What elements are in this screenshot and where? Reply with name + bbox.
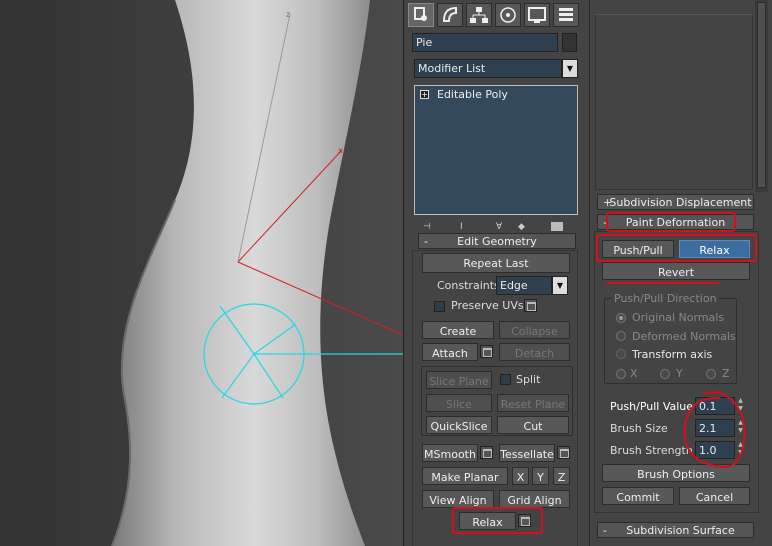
modify-icon [442, 6, 457, 22]
brush-size-label: Brush Size [610, 422, 668, 435]
expand-plus-icon[interactable]: + [420, 90, 429, 99]
edit-geometry-title: Edit Geometry [457, 235, 537, 248]
display-icon [528, 7, 546, 23]
relax-button[interactable]: Relax [459, 512, 516, 530]
axis-x-radio[interactable] [616, 369, 626, 379]
stack-item-editable-poly[interactable]: + Editable Poly [415, 87, 577, 103]
edit-geometry-rollout-header[interactable]: - Edit Geometry [418, 233, 576, 249]
create-tab[interactable] [408, 3, 434, 27]
panel-scrollbar-thumb[interactable] [757, 2, 766, 188]
viewport[interactable]: z x [0, 0, 403, 546]
constraints-label: Constraints: [437, 279, 504, 292]
display-tab[interactable] [524, 3, 550, 27]
paint-deformation-title: Paint Deformation [625, 216, 726, 229]
detach-button[interactable]: Detach [499, 343, 570, 361]
upper-rollout-area [595, 14, 753, 190]
stack-tools: ⊣ I ∀ ◆ [418, 222, 578, 232]
show-end-result-icon[interactable]: I [460, 222, 463, 232]
utilities-tab[interactable] [553, 3, 579, 27]
modifier-list-chevron-down-icon[interactable]: ▼ [562, 59, 578, 78]
stack-item-label: Editable Poly [437, 88, 508, 101]
pin-stack-icon[interactable]: ⊣ [423, 222, 431, 232]
preserve-uvs-checkbox[interactable] [434, 301, 445, 312]
hierarchy-tab[interactable] [466, 3, 492, 27]
cut-button[interactable]: Cut [497, 416, 569, 434]
create-icon [414, 7, 427, 21]
revert-button[interactable]: Revert [602, 262, 750, 280]
remove-modifier-icon[interactable]: ◆ [518, 222, 525, 232]
axis-z-label: Z [722, 367, 730, 380]
tessellate-button[interactable]: Tessellate [499, 444, 555, 462]
msmooth-settings-icon[interactable] [480, 446, 493, 459]
subdivision-surface-rollout-header[interactable]: - Subdivision Surface [597, 522, 754, 538]
configure-sets-icon[interactable] [551, 222, 563, 231]
utilities-icon [559, 8, 573, 21]
constraints-dropdown[interactable]: Edge [496, 276, 552, 295]
split-label: Split [516, 373, 541, 386]
motion-icon [500, 7, 516, 23]
attach-settings-icon[interactable] [480, 345, 493, 358]
annotation-values-loop [683, 391, 746, 469]
quickslice-button[interactable]: QuickSlice [426, 416, 492, 434]
tessellate-settings-icon[interactable] [557, 446, 570, 459]
modifier-stack[interactable]: + Editable Poly [414, 85, 578, 215]
motion-tab[interactable] [495, 3, 521, 27]
slice-plane-button[interactable]: Slice Plane [426, 371, 492, 389]
axis-z-radio[interactable] [706, 369, 716, 379]
object-name-field[interactable]: Pie [412, 33, 558, 52]
deformed-normals-label: Deformed Normals [632, 330, 736, 343]
modify-tab[interactable] [437, 3, 463, 27]
command-panel-tabs [408, 3, 580, 27]
object-color-swatch[interactable] [562, 33, 577, 52]
annotation-revert-underline [606, 282, 719, 284]
preserve-uvs-label: Preserve UVs [451, 299, 524, 312]
svg-text:x: x [338, 146, 343, 155]
attach-button[interactable]: Attach [422, 343, 478, 361]
transform-axis-label: Transform axis [632, 348, 713, 361]
view-align-button[interactable]: View Align [422, 490, 494, 508]
collapse-button[interactable]: Collapse [499, 321, 570, 339]
relax-settings-icon[interactable] [518, 514, 531, 527]
make-unique-icon[interactable]: ∀ [496, 222, 502, 232]
hierarchy-icon [470, 7, 488, 23]
axis-y-radio[interactable] [660, 369, 670, 379]
transform-axis-radio[interactable] [616, 349, 626, 359]
viewport-render: z x [0, 0, 403, 546]
preserve-uvs-settings-icon[interactable] [524, 299, 537, 312]
panel-scrollbar[interactable] [755, 0, 768, 192]
planar-y-button[interactable]: Y [532, 467, 549, 485]
axis-y-label: Y [676, 367, 683, 380]
paint-deformation-rollout-header[interactable]: - Paint Deformation [597, 214, 754, 230]
gizmo-z-label: z [286, 10, 290, 19]
collapse-minus-icon: - [603, 524, 607, 537]
push-pull-direction-title: Push/Pull Direction [612, 292, 719, 305]
make-planar-button[interactable]: Make Planar [422, 467, 508, 485]
original-normals-label: Original Normals [632, 311, 725, 324]
subdivision-surface-title: Subdivision Surface [626, 524, 735, 537]
planar-z-button[interactable]: Z [553, 467, 570, 485]
subdivision-displacement-rollout-header[interactable]: + Subdivision Displacement [597, 194, 754, 210]
relax-mode-button[interactable]: Relax [679, 240, 750, 258]
constraints-chevron-down-icon[interactable]: ▼ [552, 276, 568, 295]
slice-button[interactable]: Slice [426, 394, 492, 412]
split-checkbox[interactable] [500, 374, 511, 385]
cancel-button[interactable]: Cancel [679, 487, 750, 505]
axis-x-label: X [630, 367, 638, 380]
push-pull-button[interactable]: Push/Pull [602, 240, 674, 258]
msmooth-button[interactable]: MSmooth [422, 444, 478, 462]
grid-align-button[interactable]: Grid Align [499, 490, 570, 508]
reset-plane-button[interactable]: Reset Plane [497, 394, 569, 412]
modifier-list-dropdown[interactable]: Modifier List [414, 59, 562, 78]
subdivision-displacement-title: Subdivision Displacement [609, 196, 752, 209]
planar-x-button[interactable]: X [512, 467, 529, 485]
repeat-last-button[interactable]: Repeat Last [422, 253, 570, 273]
create-button[interactable]: Create [422, 321, 494, 339]
deformed-normals-radio[interactable] [616, 331, 626, 341]
original-normals-radio[interactable] [616, 313, 626, 323]
commit-button[interactable]: Commit [602, 487, 674, 505]
